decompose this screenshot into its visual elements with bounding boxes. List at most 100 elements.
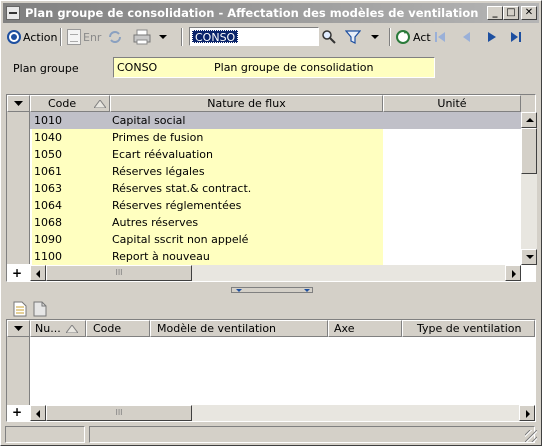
previous-icon: [463, 32, 470, 42]
scroll-down-button[interactable]: [521, 249, 537, 265]
cell-code: 1068: [32, 214, 110, 231]
column-header-nature[interactable]: Nature de flux: [110, 95, 383, 112]
filter-icon: [345, 30, 361, 44]
sort-ascending-icon: [94, 100, 106, 108]
scroll-left-button[interactable]: [30, 265, 46, 281]
column-header-code[interactable]: Code: [86, 320, 150, 337]
horizontal-scroll-thumb[interactable]: III: [46, 405, 192, 421]
table-row[interactable]: 1100 Report à nouveau: [30, 248, 521, 265]
table-row[interactable]: 1040 Primes de fusion: [30, 129, 521, 146]
action-button[interactable]: Action: [7, 27, 57, 47]
cell-nature: Autres réserves: [110, 214, 383, 231]
chevron-down-icon: [14, 101, 23, 106]
column-modele-label: Modèle de ventilation: [157, 322, 277, 335]
column-header-axe[interactable]: Axe: [328, 320, 402, 337]
add-row-button[interactable]: +: [9, 266, 25, 282]
print-button[interactable]: [133, 27, 151, 47]
cell-nature: Report à nouveau: [110, 248, 383, 265]
chevron-down-icon: [371, 35, 379, 39]
title-bar[interactable]: Plan groupe de consolidation - Affectati…: [3, 3, 539, 23]
pane-splitter[interactable]: [3, 287, 539, 294]
filter-dropdown-button[interactable]: [371, 27, 379, 47]
row-selector-header[interactable]: [7, 320, 30, 337]
action-label: Action: [23, 30, 58, 44]
column-header-numero[interactable]: Nu...: [30, 320, 86, 337]
collapse-down-icon: [304, 289, 310, 292]
toolbar-separator: [60, 28, 62, 46]
cell-code: 1010: [34, 114, 62, 127]
search-icon: [322, 30, 336, 44]
status-pane: [5, 426, 85, 443]
plan-name: Plan groupe de consolidation: [214, 61, 374, 74]
minimize-button[interactable]: _: [487, 6, 503, 20]
status-pane: [89, 426, 535, 443]
resize-grip-icon[interactable]: [525, 430, 537, 442]
close-button[interactable]: ✕: [521, 6, 537, 20]
flux-grid-vertical-scrollbar[interactable]: [521, 112, 537, 265]
edit-document-button[interactable]: [33, 299, 47, 319]
table-row[interactable]: 1068 Autres réserves: [30, 214, 521, 231]
horizontal-scroll-thumb[interactable]: III: [46, 265, 192, 281]
refresh-button[interactable]: [107, 27, 123, 47]
column-header-code[interactable]: Code: [30, 95, 110, 112]
maximize-button[interactable]: □: [503, 6, 519, 20]
scroll-left-button[interactable]: [30, 405, 46, 421]
cell-nature: Réserves réglementées: [110, 197, 383, 214]
splitter-handle[interactable]: [231, 287, 313, 293]
cell-code: 1090: [32, 231, 110, 248]
table-row[interactable]: 1063 Réserves stat.& contract.: [30, 180, 521, 197]
filter-button[interactable]: [345, 27, 361, 47]
plan-groupe-field[interactable]: CONSO Plan groupe de consolidation: [113, 57, 435, 78]
toolbar-separator: [389, 28, 391, 46]
table-row[interactable]: 1090 Capital sscrit non appelé: [30, 231, 521, 248]
ventilation-grid-horizontal-scrollbar[interactable]: III: [30, 405, 535, 421]
add-row-button[interactable]: +: [9, 405, 25, 421]
entity-combo-input[interactable]: CONSO: [189, 27, 319, 46]
cell-nature: Réserves stat.& contract.: [110, 180, 383, 197]
column-nature-label: Nature de flux: [207, 97, 286, 110]
column-code-label: Code: [93, 322, 122, 335]
flux-grid-header: Code Nature de flux Unité: [7, 95, 535, 112]
collapse-down-icon: [236, 289, 242, 292]
act-label: Act: [413, 30, 431, 44]
ventilation-grid: Nu... Code Modèle de ventilation Axe Typ…: [6, 319, 536, 422]
scroll-up-button[interactable]: [521, 112, 537, 128]
last-icon: [511, 32, 521, 42]
flux-grid: Code Nature de flux Unité 1010 Capital s…: [6, 94, 537, 282]
column-header-type[interactable]: Type de ventilation: [402, 320, 535, 337]
scroll-right-button[interactable]: [519, 405, 535, 421]
search-button[interactable]: [321, 27, 337, 47]
column-header-modele[interactable]: Modèle de ventilation: [150, 320, 328, 337]
column-type-label: Type de ventilation: [417, 322, 522, 335]
save-button[interactable]: Enr: [67, 27, 101, 47]
app-icon[interactable]: [6, 6, 20, 20]
new-document-button[interactable]: [13, 299, 27, 319]
table-row[interactable]: 1010 Capital social: [30, 112, 521, 129]
column-header-unite[interactable]: Unité: [383, 95, 521, 112]
sort-ascending-icon: [66, 325, 78, 333]
vertical-scroll-thumb[interactable]: [521, 128, 537, 174]
chevron-down-icon: [159, 35, 167, 39]
last-record-button[interactable]: [509, 27, 525, 47]
cell-nature: Primes de fusion: [110, 129, 383, 146]
next-record-button[interactable]: [485, 27, 499, 47]
main-window: Plan groupe de consolidation - Affectati…: [0, 0, 542, 446]
column-code-label: Code: [48, 97, 77, 110]
print-dropdown-button[interactable]: [159, 27, 167, 47]
table-row[interactable]: 1064 Réserves réglementées: [30, 197, 521, 214]
act-button[interactable]: Act: [395, 27, 431, 47]
first-record-button[interactable]: [433, 27, 447, 47]
refresh-icon: [109, 31, 121, 43]
chevron-down-icon: [14, 326, 23, 331]
cell-code: 1061: [32, 163, 110, 180]
row-selector-header[interactable]: [7, 95, 30, 112]
table-row[interactable]: 1050 Ecart réévaluation: [30, 146, 521, 163]
flux-grid-horizontal-scrollbar[interactable]: III: [30, 265, 521, 281]
table-row[interactable]: 1061 Réserves légales: [30, 163, 521, 180]
cell-code: 1063: [32, 180, 110, 197]
plan-code: CONSO: [117, 61, 158, 74]
row-gutter: [7, 337, 30, 405]
scroll-right-button[interactable]: [505, 265, 521, 281]
previous-record-button[interactable]: [459, 27, 473, 47]
save-icon: [67, 29, 81, 45]
